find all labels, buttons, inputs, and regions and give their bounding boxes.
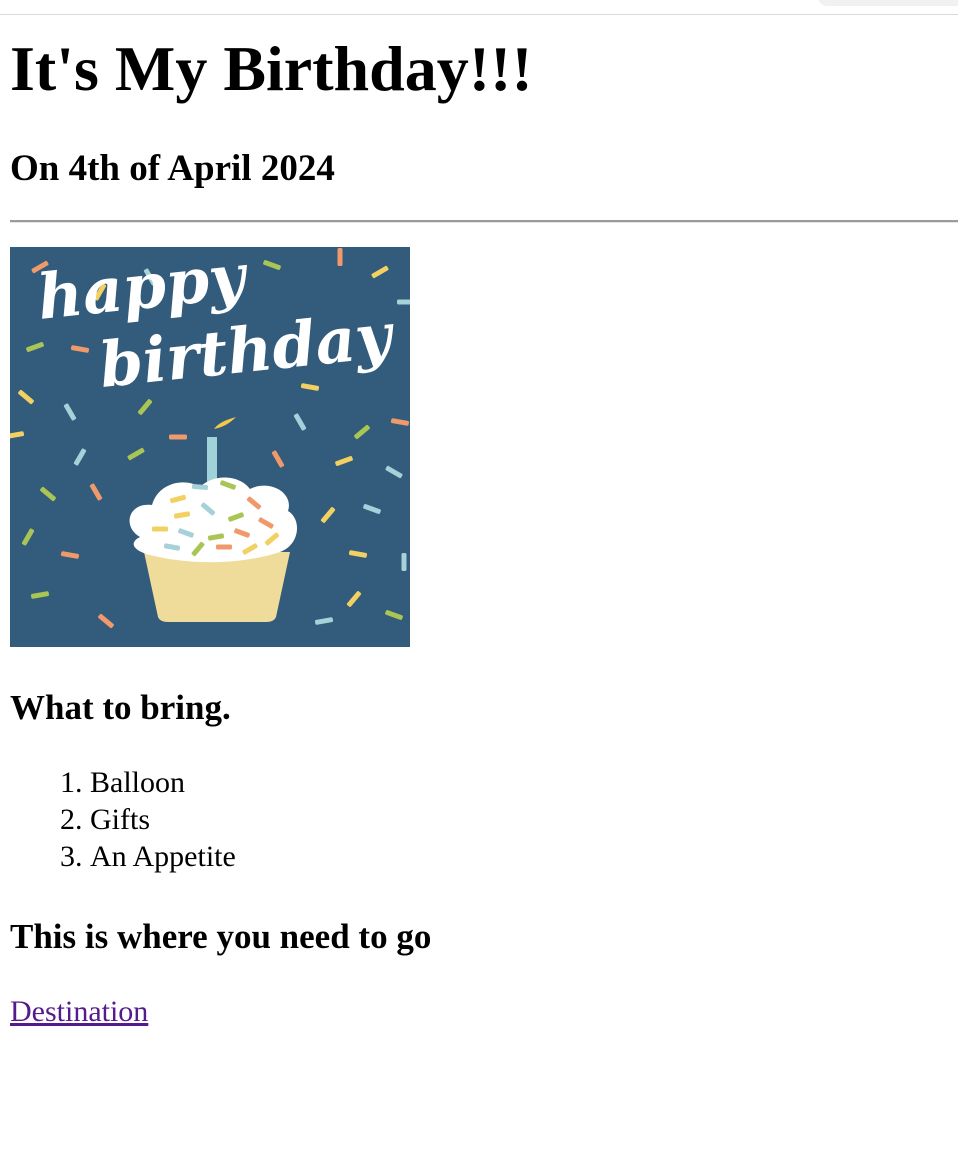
browser-top-edge bbox=[0, 0, 958, 15]
confetti-sprinkle bbox=[401, 553, 407, 571]
browser-tab-edge[interactable] bbox=[818, 0, 958, 6]
event-date: On 4th of April 2024 bbox=[10, 148, 335, 189]
frosting-sprinkle bbox=[216, 544, 232, 550]
birthday-banner-image: happy birthday bbox=[10, 247, 410, 647]
divider bbox=[10, 220, 958, 223]
directions-heading: This is where you need to go bbox=[10, 917, 432, 956]
destination-link[interactable]: Destination bbox=[10, 994, 148, 1030]
bring-list: Balloon Gifts An Appetite bbox=[10, 764, 236, 875]
page-title: It's My Birthday!!! bbox=[10, 33, 533, 104]
cupcake-candle bbox=[207, 437, 217, 483]
list-item-gifts: Gifts bbox=[90, 801, 236, 838]
list-item-balloon: Balloon bbox=[90, 764, 236, 801]
list-item-appetite: An Appetite bbox=[90, 838, 236, 875]
confetti-sprinkle bbox=[169, 434, 187, 440]
confetti-sprinkle bbox=[337, 248, 343, 266]
confetti-sprinkle bbox=[397, 299, 410, 305]
what-to-bring-heading: What to bring. bbox=[10, 688, 231, 727]
frosting-sprinkle bbox=[152, 526, 168, 532]
cupcake-wrapper bbox=[144, 552, 290, 622]
